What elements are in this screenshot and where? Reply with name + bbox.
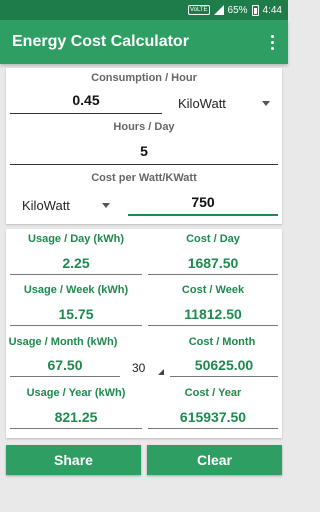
cost-day-label: Cost / Day <box>186 233 240 245</box>
cost-input[interactable]: 750 <box>128 194 278 216</box>
chevron-down-icon <box>102 202 110 208</box>
cost-unit-value: KiloWatt <box>22 197 70 213</box>
cost-month-label: Cost / Month <box>188 336 256 348</box>
chevron-down-icon <box>262 100 270 106</box>
battery-percent: 65% <box>227 4 248 16</box>
signal-icon <box>213 5 224 15</box>
cost-year-label: Cost / Year <box>184 387 242 399</box>
usage-year-value: 821.25 <box>10 409 142 429</box>
usage-month-value: 67.50 <box>10 357 120 377</box>
cost-week-label: Cost / Week <box>181 284 245 296</box>
cost-label: Cost per Watt/KWatt <box>91 172 197 184</box>
hours-input[interactable]: 5 <box>10 143 278 165</box>
usage-month-label: Usage / Month (kWh) <box>8 336 118 348</box>
cost-month-value: 50625.00 <box>170 357 278 377</box>
app-title: Energy Cost Calculator <box>12 33 189 50</box>
share-button[interactable]: Share <box>6 445 141 475</box>
days-in-month-select[interactable]: 30 <box>132 361 145 375</box>
results-card: Usage / Day (kWh) Cost / Day 2.25 1687.5… <box>6 229 282 438</box>
cost-year-value: 615937.50 <box>148 409 278 429</box>
usage-week-value: 15.75 <box>10 306 142 326</box>
app-bar: Energy Cost Calculator <box>0 20 288 64</box>
cost-unit-select[interactable]: KiloWatt <box>22 196 110 214</box>
status-bar: VoLTE 65% 4:44 <box>0 0 288 20</box>
usage-day-value: 2.25 <box>10 255 142 275</box>
consumption-unit-select[interactable]: KiloWatt <box>178 94 270 112</box>
volte-badge: VoLTE <box>187 5 210 15</box>
input-card: Consumption / Hour 0.45 KiloWatt Hours /… <box>6 68 282 224</box>
overflow-menu-icon[interactable] <box>267 31 278 54</box>
clock: 4:44 <box>262 4 282 16</box>
clear-button[interactable]: Clear <box>147 445 282 475</box>
usage-week-label: Usage / Week (kWh) <box>23 284 129 296</box>
cost-week-value: 11812.50 <box>148 306 278 326</box>
usage-day-label: Usage / Day (kWh) <box>28 233 124 245</box>
consumption-input[interactable]: 0.45 <box>10 92 162 114</box>
battery-icon <box>251 4 259 16</box>
dropdown-corner-icon <box>158 369 164 375</box>
cost-day-value: 1687.50 <box>148 255 278 275</box>
usage-year-label: Usage / Year (kWh) <box>26 387 126 399</box>
hours-label: Hours / Day <box>113 121 175 133</box>
consumption-label: Consumption / Hour <box>91 72 197 84</box>
consumption-unit-value: KiloWatt <box>178 95 226 111</box>
